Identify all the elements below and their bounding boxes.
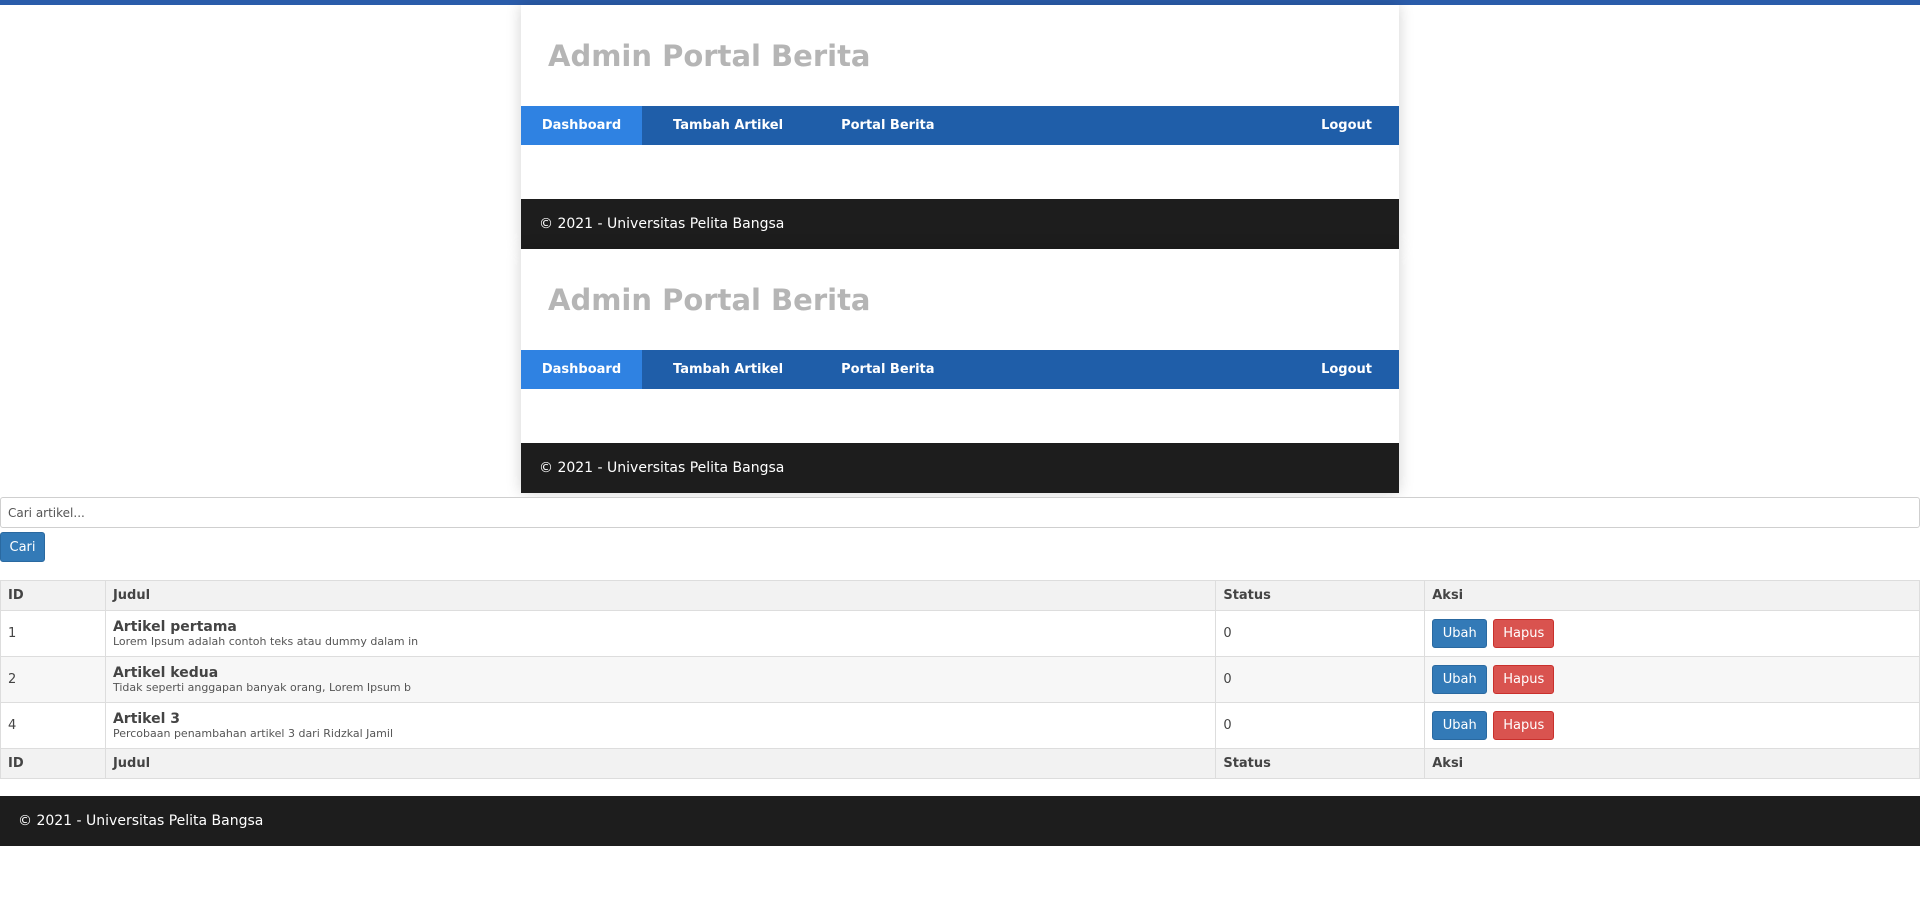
admin-container-2: Admin Portal Berita Dashboard Tambah Art…	[521, 249, 1399, 493]
article-excerpt: Lorem Ipsum adalah contoh teks atau dumm…	[112, 634, 419, 648]
admin-container-1: Admin Portal Berita Dashboard Tambah Art…	[521, 5, 1399, 249]
delete-button[interactable]: Hapus	[1493, 619, 1555, 648]
nav-portal-berita[interactable]: Portal Berita	[841, 106, 934, 145]
cell-judul: Artikel kedua Tidak seperti anggapan ban…	[104, 656, 1217, 703]
cell-aksi: Ubah Hapus	[1424, 656, 1920, 703]
container-footer: © 2021 - Universitas Pelita Bangsa	[521, 199, 1399, 249]
site-title: Admin Portal Berita	[548, 282, 871, 317]
cell-id: 2	[0, 656, 106, 703]
footer-status: Status	[1215, 748, 1426, 779]
article-excerpt: Percobaan penambahan artikel 3 dari Ridz…	[112, 726, 393, 740]
article-title: Artikel pertama	[112, 618, 237, 635]
table-footer-row: ID Judul Status Aksi	[0, 748, 1920, 779]
site-header: Admin Portal Berita	[521, 5, 1399, 106]
table-row: 1 Artikel pertama Lorem Ipsum adalah con…	[0, 610, 1920, 657]
delete-button[interactable]: Hapus	[1493, 665, 1555, 694]
footer-judul: Judul	[104, 748, 1217, 779]
table-row: 2 Artikel kedua Tidak seperti anggapan b…	[0, 656, 1920, 703]
site-header: Admin Portal Berita	[521, 249, 1399, 350]
header-id: ID	[0, 580, 106, 611]
footer-aksi: Aksi	[1424, 748, 1920, 779]
cell-status: 0	[1215, 656, 1426, 703]
cell-status: 0	[1215, 610, 1426, 657]
content-area	[521, 389, 1399, 443]
header-judul: Judul	[104, 580, 1217, 611]
footer-id: ID	[0, 748, 106, 779]
search-input[interactable]	[0, 497, 1920, 528]
edit-button[interactable]: Ubah	[1432, 711, 1488, 740]
cell-status: 0	[1215, 702, 1426, 749]
article-title: Artikel kedua	[112, 664, 219, 681]
delete-button[interactable]: Hapus	[1493, 711, 1555, 740]
table-header-row: ID Judul Status Aksi	[0, 580, 1920, 611]
search-button[interactable]: Cari	[0, 532, 45, 562]
nav-portal-berita[interactable]: Portal Berita	[841, 350, 934, 389]
cell-aksi: Ubah Hapus	[1424, 702, 1920, 749]
article-excerpt: Tidak seperti anggapan banyak orang, Lor…	[112, 680, 412, 694]
cell-judul: Artikel pertama Lorem Ipsum adalah conto…	[104, 610, 1217, 657]
main-nav: Dashboard Tambah Artikel Portal Berita L…	[521, 106, 1399, 145]
nav-tambah-artikel[interactable]: Tambah Artikel	[673, 106, 783, 145]
nav-tambah-artikel[interactable]: Tambah Artikel	[673, 350, 783, 389]
header-status: Status	[1215, 580, 1426, 611]
nav-logout[interactable]: Logout	[1321, 350, 1372, 389]
article-title: Artikel 3	[112, 710, 181, 727]
main-nav: Dashboard Tambah Artikel Portal Berita L…	[521, 350, 1399, 389]
articles-table: ID Judul Status Aksi 1 Artikel pertama L…	[0, 580, 1920, 779]
cell-judul: Artikel 3 Percobaan penambahan artikel 3…	[104, 702, 1217, 749]
edit-button[interactable]: Ubah	[1432, 665, 1488, 694]
edit-button[interactable]: Ubah	[1432, 619, 1488, 648]
cell-aksi: Ubah Hapus	[1424, 610, 1920, 657]
nav-dashboard[interactable]: Dashboard	[521, 350, 642, 389]
content-area	[521, 145, 1399, 199]
page-footer: © 2021 - Universitas Pelita Bangsa	[0, 796, 1920, 846]
table-row: 4 Artikel 3 Percobaan penambahan artikel…	[0, 702, 1920, 749]
site-title: Admin Portal Berita	[548, 38, 871, 73]
header-aksi: Aksi	[1424, 580, 1920, 611]
cell-id: 1	[0, 610, 106, 657]
nav-dashboard[interactable]: Dashboard	[521, 106, 642, 145]
container-footer: © 2021 - Universitas Pelita Bangsa	[521, 443, 1399, 493]
cell-id: 4	[0, 702, 106, 749]
nav-logout[interactable]: Logout	[1321, 106, 1372, 145]
